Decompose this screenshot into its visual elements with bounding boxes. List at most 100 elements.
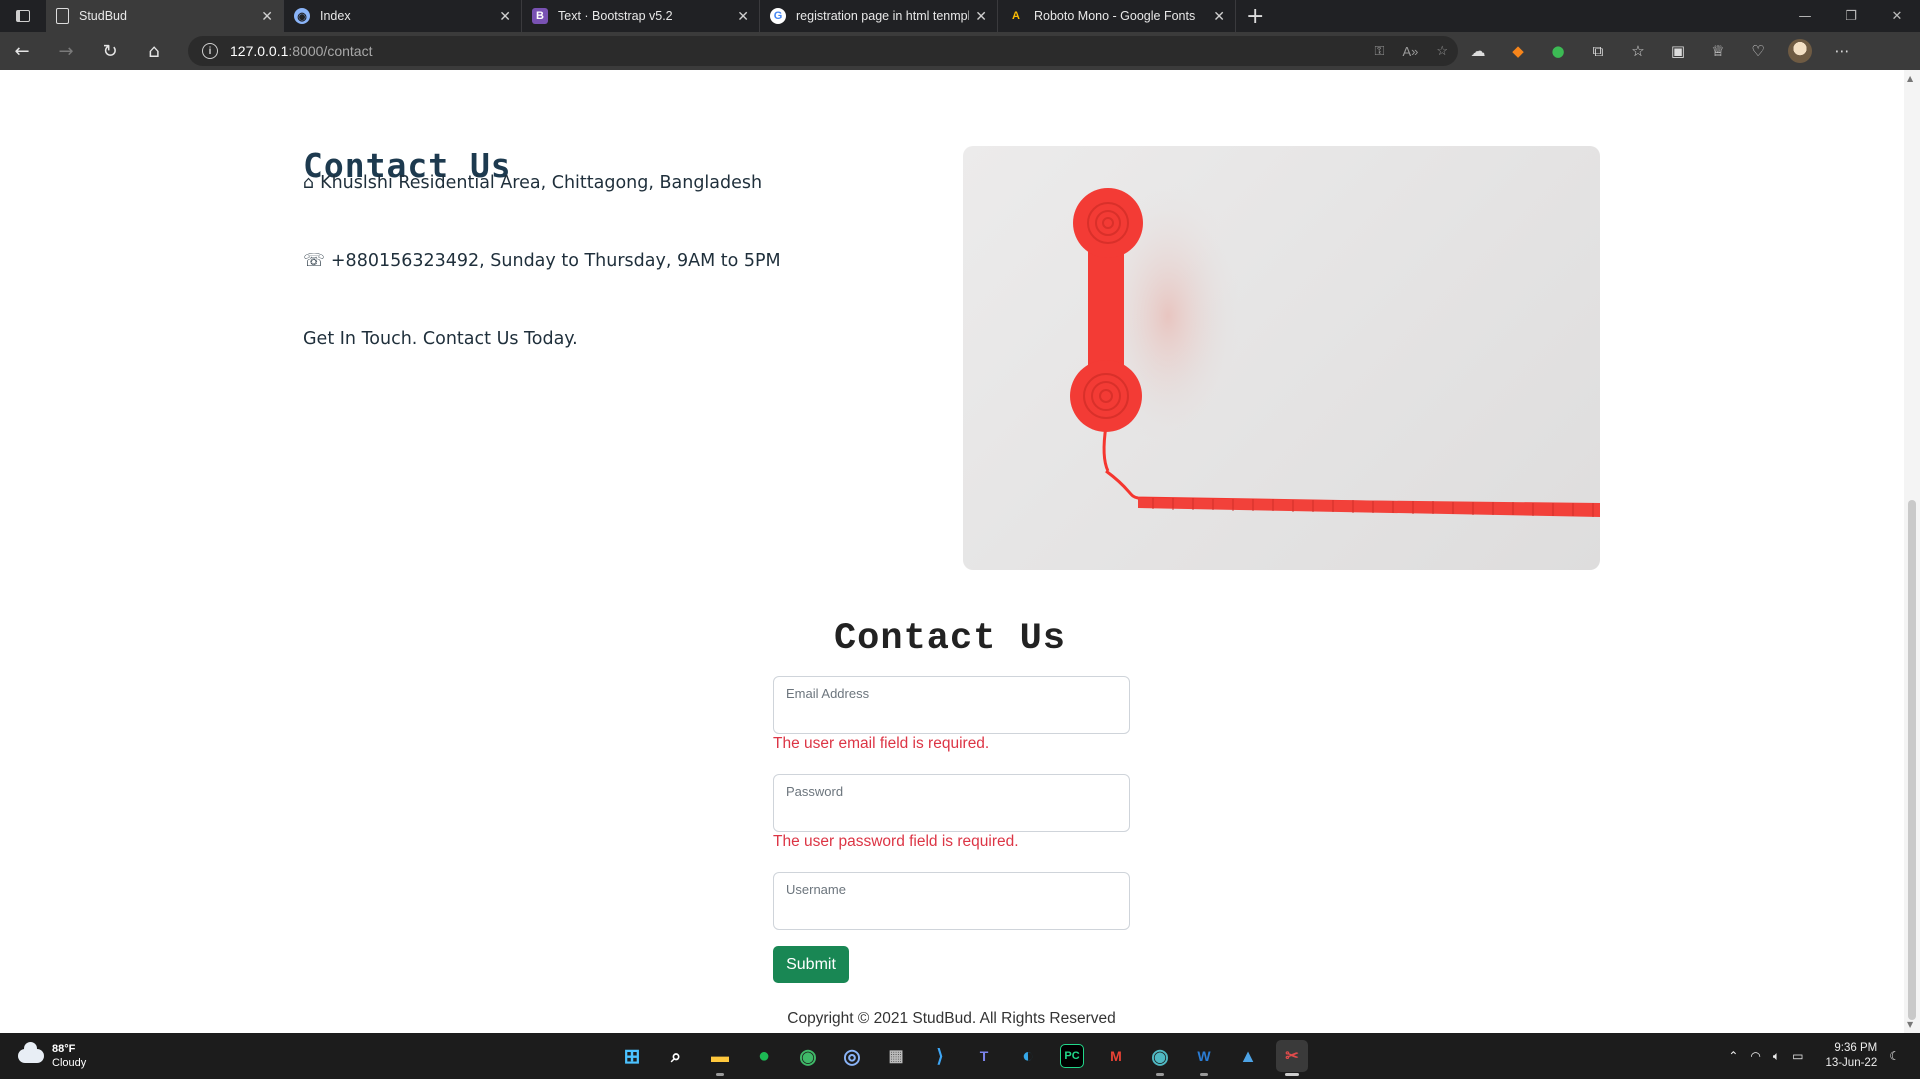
new-tab-button[interactable]: + bbox=[1236, 4, 1274, 29]
profile-avatar[interactable] bbox=[1788, 39, 1812, 63]
email-field[interactable]: Email Address bbox=[773, 676, 1130, 734]
footer-copyright: Copyright © 2021 StudBud. All Rights Res… bbox=[787, 1010, 1116, 1027]
tab-label: Index bbox=[320, 9, 351, 23]
minimize-icon[interactable]: — bbox=[1782, 0, 1828, 32]
close-icon[interactable]: ✕ bbox=[1213, 8, 1225, 25]
site-info-icon[interactable]: i bbox=[202, 43, 218, 59]
bootstrap-icon: B bbox=[532, 8, 548, 24]
home-icon[interactable]: ⌂ bbox=[132, 32, 176, 70]
tab-label: Text · Bootstrap v5.2 bbox=[558, 9, 673, 23]
edge-beta-icon[interactable]: ◉ bbox=[1144, 1040, 1176, 1076]
chevron-up-icon[interactable]: ⌃ bbox=[1728, 1049, 1738, 1063]
username-input[interactable] bbox=[786, 901, 1116, 923]
tab-label: Roboto Mono - Google Fonts bbox=[1034, 9, 1196, 23]
restore-icon[interactable]: ❐ bbox=[1828, 0, 1874, 32]
phone-line: ☏ +880156323492, Sunday to Thursday, 9AM … bbox=[303, 251, 781, 271]
cloud-extension-icon[interactable]: ☁ bbox=[1468, 41, 1488, 61]
favorites-icon[interactable]: ☆ bbox=[1628, 41, 1648, 61]
browser-tab-bar: StudBud ✕ ◉ Index ✕ B Text · Bootstrap v… bbox=[0, 0, 1920, 32]
extensions-icon[interactable]: ⧉ bbox=[1588, 41, 1608, 61]
vscode-icon[interactable]: ⟩ bbox=[924, 1040, 956, 1072]
pycharm-icon[interactable]: PC bbox=[1060, 1044, 1084, 1068]
url-host: 127.0.0.1 bbox=[230, 43, 289, 59]
calculator-icon[interactable]: ▦ bbox=[880, 1040, 912, 1072]
weather-temperature: 88°F bbox=[52, 1043, 76, 1055]
tab-actions-icon[interactable] bbox=[0, 0, 46, 32]
scroll-down-icon[interactable]: ▼ bbox=[1907, 1020, 1913, 1029]
red-telephone-illustration bbox=[1070, 181, 1600, 517]
tab-bootstrap[interactable]: B Text · Bootstrap v5.2 ✕ bbox=[522, 0, 760, 32]
clock-time: 9:36 PM bbox=[1834, 1042, 1878, 1054]
key-icon[interactable]: ⚿ bbox=[1375, 43, 1385, 59]
close-icon[interactable]: ✕ bbox=[737, 8, 749, 25]
chrome-icon[interactable]: ◎ bbox=[836, 1040, 868, 1072]
collections-icon[interactable]: ▣ bbox=[1668, 41, 1688, 61]
refresh-icon[interactable]: ↻ bbox=[88, 32, 132, 70]
email-field-label: Email Address bbox=[786, 686, 870, 701]
tab-google-fonts[interactable]: A Roboto Mono - Google Fonts ✕ bbox=[998, 0, 1236, 32]
clock-date: 13-Jun-22 bbox=[1825, 1057, 1878, 1069]
tagline-text: Get In Touch. Contact Us Today. bbox=[303, 329, 578, 349]
more-menu-icon[interactable]: ⋯ bbox=[1832, 41, 1852, 61]
email-input[interactable] bbox=[786, 705, 1116, 727]
file-explorer-icon[interactable]: ▬ bbox=[704, 1040, 736, 1076]
clock[interactable]: 9:36 PM 13-Jun-22 bbox=[1825, 1041, 1877, 1071]
tab-google-search[interactable]: G registration page in html tenmpl ✕ bbox=[760, 0, 998, 32]
phone-text: +880156323492, Sunday to Thursday, 9AM t… bbox=[330, 251, 781, 271]
extensions-bar: ☁ ◆ ● ⧉ ☆ ▣ ♕ ♡ ⋯ bbox=[1468, 32, 1852, 70]
address-bar[interactable]: i 127.0.0.1:8000/contact ⚿ A» ☆ bbox=[188, 36, 1458, 66]
google-icon: G bbox=[770, 8, 786, 24]
search-icon[interactable]: ⌕ bbox=[660, 1040, 692, 1072]
edge-icon[interactable]: ◐ bbox=[1012, 1040, 1044, 1072]
snipping-tool-icon[interactable]: ✂ bbox=[1276, 1040, 1308, 1076]
close-icon[interactable]: ✕ bbox=[499, 8, 511, 25]
google-fonts-icon: A bbox=[1012, 10, 1020, 22]
scrollbar-thumb[interactable] bbox=[1908, 500, 1916, 1020]
performance-icon[interactable]: ♡ bbox=[1748, 41, 1768, 61]
weather-condition: Cloudy bbox=[52, 1057, 87, 1069]
back-icon[interactable]: ← bbox=[0, 32, 44, 70]
password-field[interactable]: Password bbox=[773, 774, 1130, 832]
close-icon[interactable]: ✕ bbox=[975, 8, 987, 25]
add-favorite-icon[interactable]: ☆ bbox=[1436, 43, 1448, 59]
red-telephone-photo bbox=[963, 146, 1600, 570]
cloud-icon bbox=[18, 1042, 44, 1063]
submit-button[interactable]: Submit bbox=[773, 946, 849, 983]
gmail-icon[interactable]: M bbox=[1100, 1040, 1132, 1072]
page-scrollbar[interactable]: ▲ ▼ bbox=[1904, 70, 1920, 1033]
username-field[interactable]: Username bbox=[773, 872, 1130, 930]
password-error-message: The user password field is required. bbox=[773, 833, 1019, 850]
page-viewport: Contact Us ⌂ Khuslshi Residential Area, C… bbox=[0, 70, 1904, 1033]
weather-widget[interactable]: 88°F Cloudy bbox=[18, 1042, 86, 1070]
tab-index[interactable]: ◉ Index ✕ bbox=[284, 0, 522, 32]
teams-icon[interactable]: T bbox=[968, 1040, 1000, 1072]
password-field-label: Password bbox=[786, 784, 844, 799]
notifications-icon[interactable]: ☾ bbox=[1889, 1049, 1900, 1063]
close-window-icon[interactable]: ✕ bbox=[1874, 0, 1920, 32]
volume-icon[interactable]: 🔈︎ bbox=[1773, 1049, 1780, 1064]
metamask-icon[interactable]: ◆ bbox=[1508, 41, 1528, 61]
word-icon[interactable]: W bbox=[1188, 1040, 1220, 1076]
address-line: ⌂ Khuslshi Residential Area, Chittagong, … bbox=[303, 173, 762, 193]
read-aloud-icon[interactable]: A» bbox=[1402, 44, 1418, 59]
forward-icon[interactable]: → bbox=[44, 32, 88, 70]
address-bar-actions: ⚿ A» ☆ bbox=[1375, 36, 1448, 66]
url-path: :8000/contact bbox=[288, 43, 373, 59]
windows-start-icon[interactable]: ⊞ bbox=[616, 1040, 648, 1072]
wifi-icon[interactable]: ◠ bbox=[1750, 1049, 1760, 1063]
rewards-icon[interactable]: ♕ bbox=[1708, 41, 1728, 61]
spotify-icon[interactable]: ● bbox=[748, 1040, 780, 1072]
system-tray: ⌃ ◠ 🔈︎ ▭ 9:36 PM 13-Jun-22 ☾ bbox=[1728, 1033, 1900, 1079]
page-icon bbox=[56, 8, 69, 24]
edge-dev-icon[interactable]: ◉ bbox=[792, 1040, 824, 1072]
username-field-label: Username bbox=[786, 882, 846, 897]
battery-icon[interactable]: ▭ bbox=[1792, 1049, 1803, 1063]
tab-studbud[interactable]: StudBud ✕ bbox=[46, 0, 284, 32]
globe-icon: ◉ bbox=[294, 8, 310, 24]
grammar-extension-icon[interactable]: ● bbox=[1548, 41, 1568, 61]
scroll-up-icon[interactable]: ▲ bbox=[1907, 74, 1913, 83]
tab-label: StudBud bbox=[79, 9, 127, 23]
password-input[interactable] bbox=[786, 803, 1116, 825]
close-icon[interactable]: ✕ bbox=[261, 8, 273, 25]
photos-icon[interactable]: ▲ bbox=[1232, 1040, 1264, 1072]
